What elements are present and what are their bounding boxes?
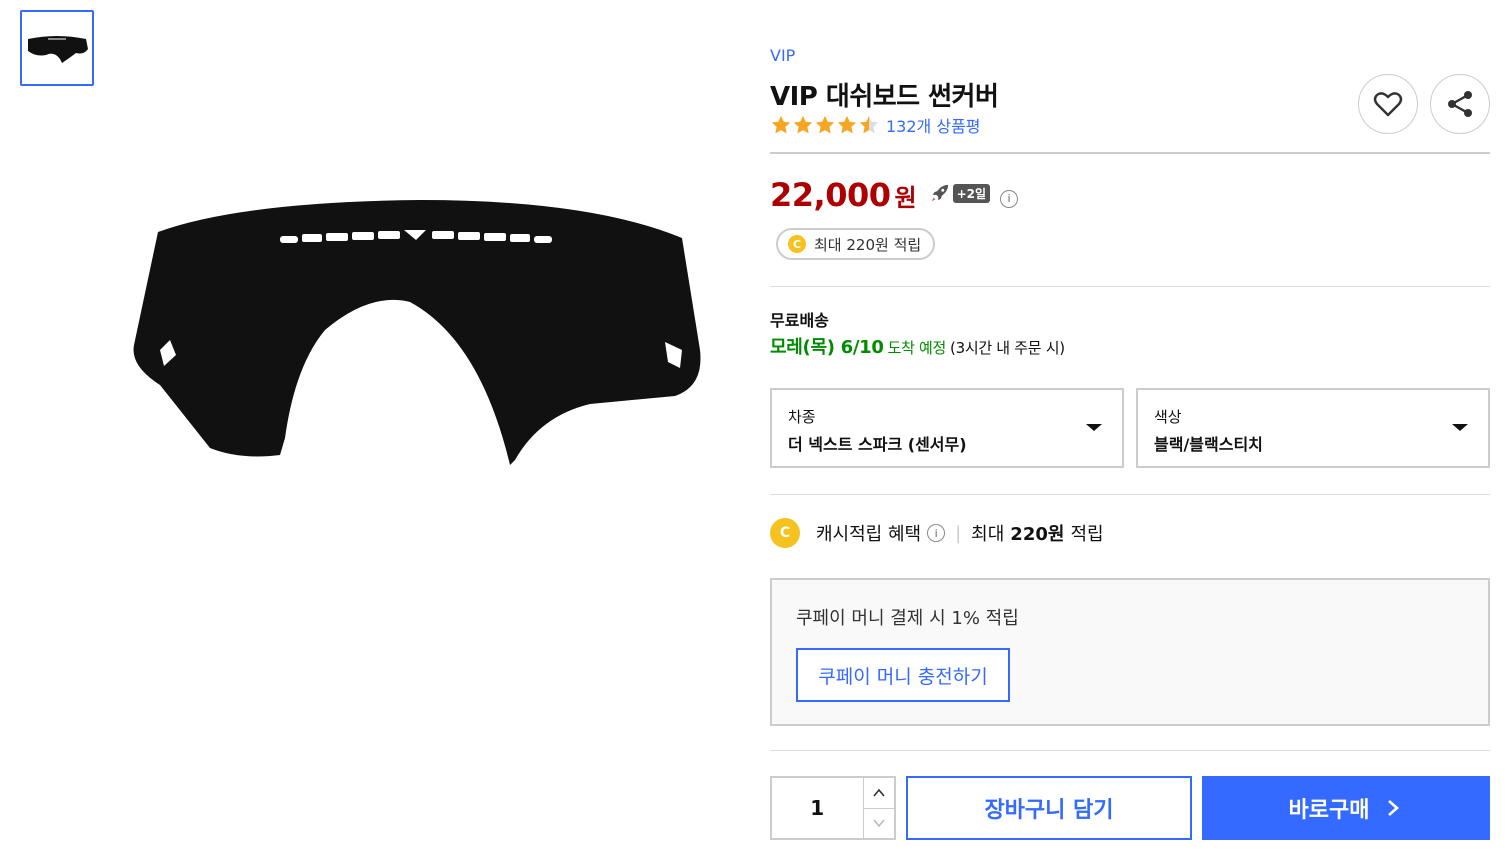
coin-icon: C (788, 235, 806, 253)
star-icon (793, 115, 813, 134)
option-value: 더 넥스트 스파크 (센서무) (788, 435, 967, 454)
rocket-icon (931, 184, 948, 202)
cash-benefit-row: C 캐시적립 혜택 i | 최대 220원 적립 (770, 518, 1104, 548)
info-icon[interactable]: i (1000, 189, 1019, 208)
coupay-charge-button[interactable]: 쿠페이 머니 충전하기 (796, 648, 1010, 702)
quantity-increase-button[interactable] (864, 778, 895, 808)
delivery-date: 모레(목) 6/10 (770, 337, 884, 358)
product-title: VIP 대쉬보드 썬커버 (770, 82, 999, 112)
free-shipping-label: 무료배송 (770, 311, 829, 330)
cash-reward-pill: C 최대 220원 적립 (776, 228, 936, 260)
divider (770, 152, 1490, 154)
delivery-days-badge: +2일 (952, 183, 991, 203)
option-label: 차종 (788, 408, 816, 426)
buy-now-label: 바로구매 (1288, 798, 1370, 823)
price-row: 22,000 원 +2일 i (770, 176, 1019, 214)
chevron-down-icon (873, 819, 885, 828)
option-select-car-model[interactable]: 차종 더 넥스트 스파크 (센서무) (770, 388, 1124, 468)
star-icon (837, 115, 857, 134)
rating-stars (770, 114, 880, 136)
chevron-down-icon (1452, 424, 1468, 431)
favorite-button[interactable] (1358, 74, 1418, 134)
cash-benefit-title: 캐시적립 혜택 (816, 524, 922, 545)
product-page: VIP VIP 대쉬보드 썬커버 132개 상품평 22,000 원 +2일 i… (0, 0, 1510, 862)
product-main-image (133, 200, 701, 465)
cash-benefit-suffix: 적립 (1070, 524, 1104, 545)
info-icon[interactable]: i (927, 524, 946, 542)
buy-now-button[interactable]: 바로구매 (1202, 776, 1490, 840)
option-select-color[interactable]: 색상 블랙/블랙스티치 (1136, 388, 1490, 468)
divider (770, 750, 1490, 751)
delivery-note: (3시간 내 주문 시) (950, 339, 1065, 357)
chevron-down-icon (1086, 424, 1102, 431)
delivery-arrive: 도착 예정 (887, 339, 947, 357)
share-icon (1448, 91, 1472, 117)
star-icon (771, 115, 791, 134)
delivery-estimate: 모레(목) 6/10 도착 예정 (3시간 내 주문 시) (770, 333, 1065, 359)
cash-reward-text: 최대 220원 적립 (814, 235, 922, 254)
option-label: 색상 (1154, 408, 1182, 426)
product-thumbnail[interactable] (20, 10, 94, 86)
option-value: 블랙/블랙스티치 (1154, 435, 1263, 454)
cash-benefit-amount: 220원 (1010, 524, 1065, 545)
cash-benefit-prefix: 최대 (971, 524, 1005, 545)
add-to-cart-label: 장바구니 담기 (984, 798, 1114, 823)
divider (770, 494, 1490, 495)
star-icon (815, 115, 835, 134)
heart-icon (1373, 92, 1403, 117)
add-to-cart-button[interactable]: 장바구니 담기 (906, 776, 1192, 840)
star-half-icon (859, 115, 879, 134)
chevron-up-icon (873, 788, 885, 797)
quantity-decrease-button[interactable] (863, 807, 894, 839)
quantity-arrows (862, 778, 895, 839)
brand-link[interactable]: VIP (770, 46, 795, 65)
coin-icon: C (770, 518, 800, 548)
chevron-right-icon (1388, 800, 1400, 816)
price-value: 22,000 (770, 176, 891, 214)
rating-row[interactable]: 132개 상품평 (770, 113, 981, 137)
separator: | (955, 522, 962, 544)
coupay-box: 쿠페이 머니 결제 시 1% 적립 쿠페이 머니 충전하기 (770, 578, 1490, 726)
review-count-link[interactable]: 132개 상품평 (886, 113, 981, 137)
quantity-input[interactable]: 1 (772, 778, 863, 838)
divider (770, 286, 1490, 287)
quantity-stepper[interactable]: 1 (770, 776, 896, 840)
thumbnail-image (28, 36, 88, 63)
share-button[interactable] (1430, 74, 1490, 134)
coupay-text: 쿠페이 머니 결제 시 1% 적립 (796, 608, 1019, 629)
rocket-delivery-badge: +2일 (929, 182, 991, 204)
price-currency: 원 (894, 184, 917, 212)
